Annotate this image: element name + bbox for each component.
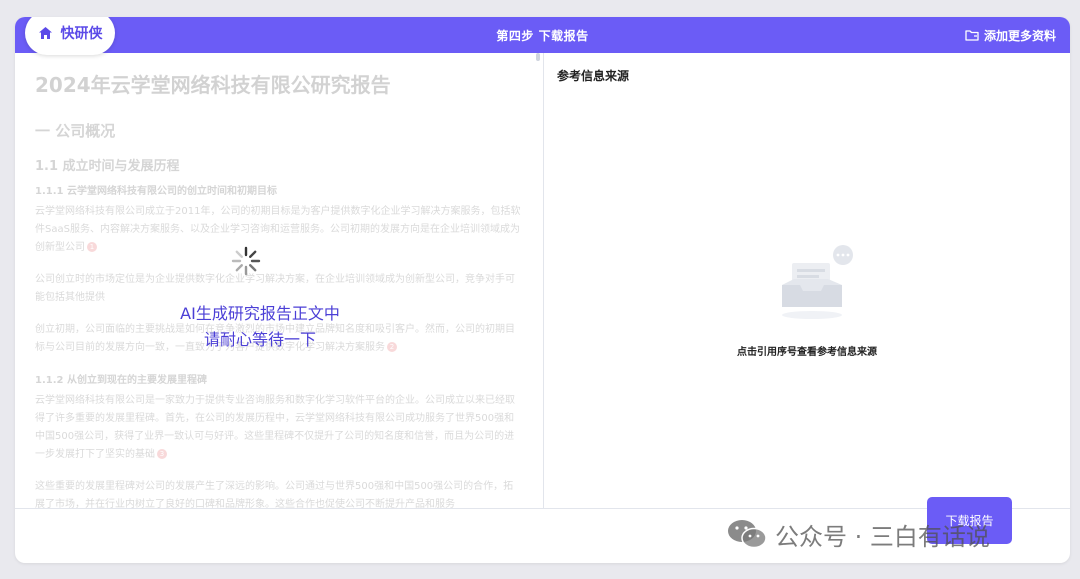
folder-icon	[965, 29, 979, 41]
top-bar: 第四步 下载报告 添加更多资料	[15, 17, 1070, 53]
app-window: 第四步 下载报告 添加更多资料 2024年云学堂网络科技有限公研究报告 一 公司…	[15, 17, 1070, 563]
loading-line-1: AI生成研究报告正文中	[180, 304, 340, 323]
watermark-text: 公众号 · 三白有话说	[775, 522, 990, 551]
brand-logo-pill[interactable]: 快研侠	[25, 17, 115, 55]
footer-divider	[15, 508, 1070, 509]
reference-panel-title: 参考信息来源	[557, 69, 630, 83]
step-title: 第四步 下载报告	[496, 28, 589, 43]
loading-line-2: 请耐心等待一下	[203, 330, 316, 349]
add-more-materials-button[interactable]: 添加更多资料	[965, 17, 1056, 53]
loading-message: AI生成研究报告正文中 请耐心等待一下	[15, 301, 505, 353]
add-more-label: 添加更多资料	[983, 28, 1056, 43]
scrollbar-thumb[interactable]	[536, 53, 540, 61]
reference-panel: 参考信息来源 点击引用序号查看参考信息来源	[544, 53, 1070, 508]
loading-overlay: AI生成研究报告正文中 请耐心等待一下	[15, 53, 543, 508]
home-icon	[38, 26, 53, 40]
brand-name: 快研侠	[60, 26, 103, 42]
empty-inbox-icon	[776, 243, 856, 325]
empty-state-text: 点击引用序号查看参考信息来源	[737, 347, 877, 358]
wechat-icon	[727, 518, 767, 550]
watermark: 公众号 · 三白有话说	[727, 513, 990, 555]
report-preview-panel[interactable]: 2024年云学堂网络科技有限公研究报告 一 公司概况 1.1 成立时间与发展历程…	[15, 53, 543, 508]
spinner-icon	[231, 246, 261, 280]
